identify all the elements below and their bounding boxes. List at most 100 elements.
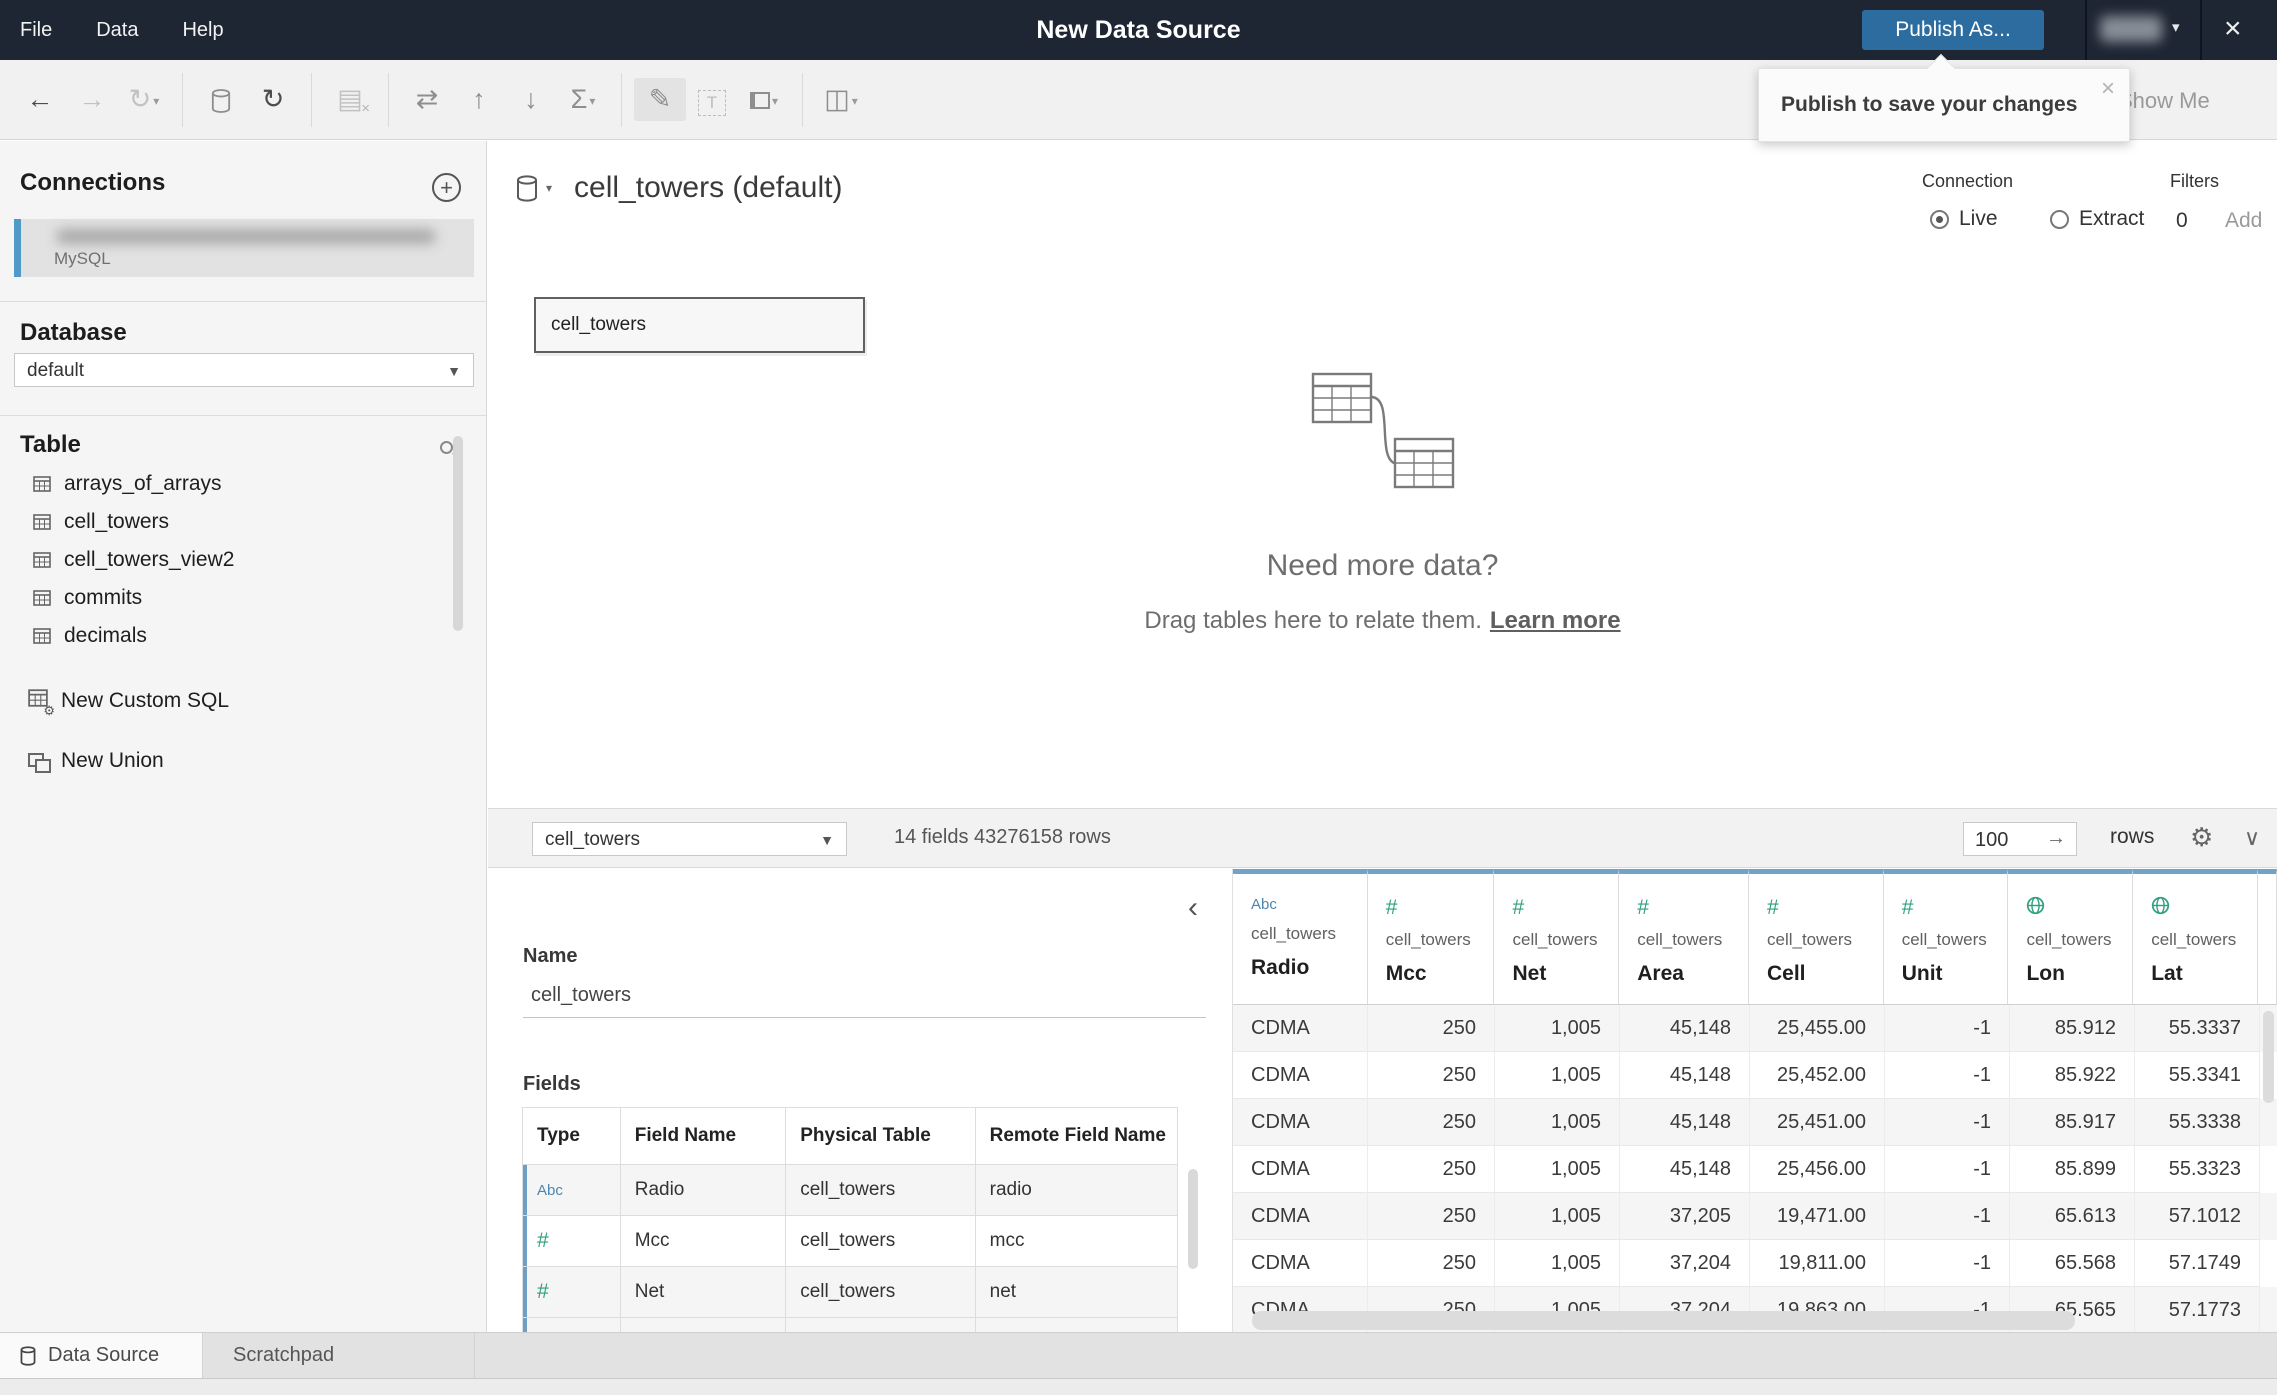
connection-type-label: MySQL [54,249,111,268]
grid-cell: -1 [1885,1146,2010,1193]
data-grid: Abc cell_towers Radio # cell_towers Mcc # cell_… [1233,869,2277,1332]
learn-more-link[interactable]: Learn more [1490,607,1621,634]
field-remote-name-cell: net [989,1281,1017,1302]
grid-column-header-partial [2257,869,2277,1005]
table-icon [33,552,51,568]
datasource-icon[interactable] [516,174,538,202]
grid-horizontal-scrollbar-thumb[interactable] [1252,1311,2075,1330]
field-cell [786,1318,976,1332]
sort-ascending-icon[interactable]: ↑ [453,84,505,115]
show-me-label[interactable]: Show Me [2118,88,2210,114]
gear-icon[interactable]: ⚙ [2190,822,2213,853]
field-row[interactable]: Abc Radio cell_towers radio [523,1165,1177,1216]
table-icon [33,590,51,606]
grid-column-header[interactable]: cell_towers Lat [2133,869,2258,1005]
connection-accent-bar [14,219,21,277]
column-name-label: Net [1512,962,1547,985]
collapse-grid-chevron-icon[interactable]: ∨ [2244,825,2260,851]
grid-cell: 45,148 [1620,1005,1750,1052]
grid-cell: 55.3338 [2135,1099,2260,1146]
table-icon [33,514,51,530]
grid-column-header[interactable]: # cell_towers Cell [1748,869,1884,1005]
new-custom-sql-button[interactable]: ⚙ New Custom SQL [0,681,487,721]
sidebar-table-item[interactable]: cell_towers_view2 [0,541,487,579]
field-row[interactable]: # Net cell_towers net [523,1267,1177,1318]
add-connection-icon[interactable]: + [432,173,461,202]
totals-sigma-icon[interactable]: Σ ▾ [557,84,609,115]
grid-column-header[interactable]: Abc cell_towers Radio [1233,869,1368,1005]
search-icon[interactable] [440,441,453,454]
replay-icon[interactable]: ↻ ▾ [118,84,170,115]
grid-column-header[interactable]: # cell_towers Mcc [1367,869,1495,1005]
extract-radio[interactable] [2050,209,2069,229]
user-menu-caret-icon[interactable]: ▾ [2172,18,2180,36]
sort-descending-icon[interactable]: ↓ [505,84,557,115]
grid-cell: 250 [1368,1099,1495,1146]
grid-cell: 25,455.00 [1750,1005,1885,1052]
show-me-panel-icon[interactable]: ◫ ▾ [815,84,867,115]
grid-row: CDMA 250 1,005 45,148 25,452.00 -1 85.922 55.33… [1233,1052,2277,1099]
sidebar-table-item[interactable]: arrays_of_arrays [0,465,487,503]
toolbar-divider [388,72,389,127]
column-table-label: cell_towers [1512,930,1598,949]
sidebar-table-item[interactable]: cell_towers [0,503,487,541]
live-radio-label[interactable]: Live [1959,207,1998,231]
tab-scratchpad[interactable]: Scratchpad [203,1333,475,1378]
grid-cell: 19,471.00 [1750,1193,1885,1240]
sidebar-table-item[interactable]: commits [0,579,487,617]
table-item-label: commits [64,586,143,609]
name-value[interactable]: cell_towers [531,984,631,1007]
filters-add-link[interactable]: Add [2225,209,2262,233]
publish-as-button[interactable]: Publish As... [1862,10,2044,50]
column-name-label: Lon [2026,962,2065,985]
fields-scrollbar-thumb[interactable] [1188,1169,1198,1269]
datasource-caret-icon[interactable]: ▾ [546,181,552,195]
field-cell [523,1318,621,1332]
grid-row: CDMA 250 1,005 37,205 19,471.00 -1 65.613 57.10… [1233,1193,2277,1240]
connection-item[interactable]: MySQL [14,219,474,277]
show-mark-labels-icon[interactable]: T [686,84,738,116]
number-type-icon: # [537,1280,549,1303]
database-select[interactable]: default ▼ [14,353,474,387]
grid-column-header[interactable]: # cell_towers Area [1619,869,1749,1005]
grid-column-header[interactable]: # cell_towers Unit [1883,869,2009,1005]
new-union-button[interactable]: New Union [0,741,487,781]
grid-cell: CDMA [1233,1193,1368,1240]
field-physical-table-cell: cell_towers [786,1216,976,1266]
union-icon [28,752,51,773]
extract-radio-label[interactable]: Extract [2079,207,2144,231]
apply-rows-arrow-icon[interactable]: → [2046,827,2066,850]
table-item-label: arrays_of_arrays [64,472,222,495]
column-name-label: Cell [1766,962,1806,985]
undo-icon[interactable]: ← [14,84,66,115]
sidebar-table-item[interactable]: decimals [0,617,487,655]
column-table-label: cell_towers [1637,930,1723,949]
tooltip-close-icon[interactable]: × [2101,75,2115,103]
grid-column-header[interactable]: cell_towers Lon [2008,869,2134,1005]
highlight-icon[interactable]: ✎ [634,78,686,121]
run-update-icon[interactable]: ↻ [247,84,299,115]
live-radio[interactable] [1930,209,1949,229]
table-node[interactable]: cell_towers [534,297,865,353]
grid-body: CDMA 250 1,005 45,148 25,455.00 -1 85.912 55.33… [1233,1005,2277,1332]
table-select[interactable]: cell_towers ▼ [532,822,847,856]
pause-updates-icon[interactable] [195,84,247,115]
row-limit-input[interactable]: 100 → [1963,822,2077,856]
cancel-query-icon[interactable]: ▤ × [324,84,376,117]
tab-data-source[interactable]: Data Source [0,1333,203,1378]
field-row[interactable]: # Mcc cell_towers mcc [523,1216,1177,1267]
user-account-blurred[interactable] [2100,16,2162,42]
collapse-pane-icon[interactable]: ‹ [1188,891,1198,925]
grid-vertical-scrollbar-thumb[interactable] [2263,1011,2274,1103]
swap-rows-columns-icon[interactable]: ⇄ [401,84,453,115]
redo-icon[interactable]: → [66,84,118,115]
empty-state-title: Need more data? [1266,549,1499,582]
grid-cell: CDMA [1233,1005,1368,1052]
window-close-icon[interactable]: × [2224,12,2242,46]
grid-column-header[interactable]: # cell_towers Net [1494,869,1620,1005]
column-table-label: cell_towers [2151,930,2237,949]
grid-cell: 57.1012 [2135,1193,2260,1240]
fit-view-icon[interactable]: ▾ [738,84,790,115]
sidebar-scrollbar-thumb[interactable] [453,436,463,631]
titlebar-divider [2085,0,2087,60]
